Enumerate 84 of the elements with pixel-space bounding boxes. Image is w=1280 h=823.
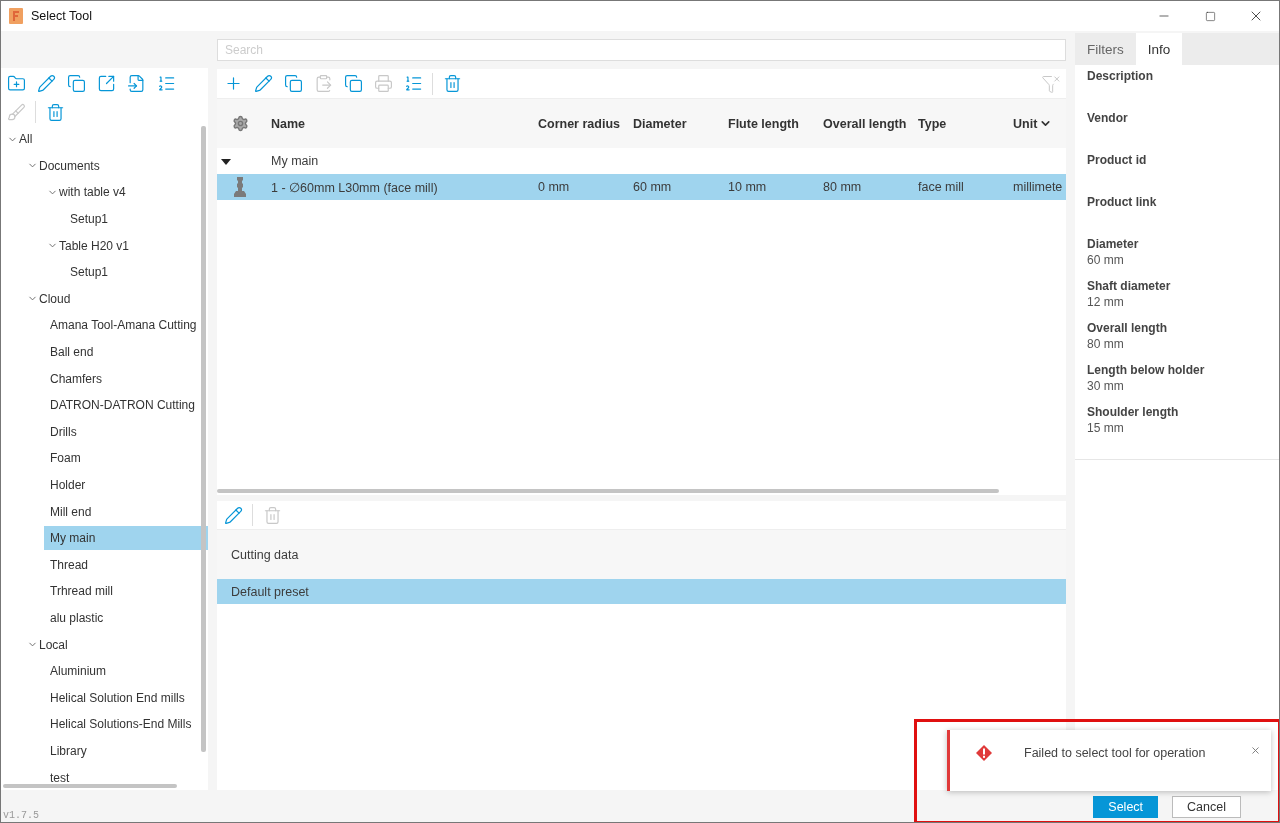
column-header[interactable]: Unit xyxy=(1013,116,1038,131)
tree-item[interactable]: Holder xyxy=(44,473,208,497)
close-icon[interactable] xyxy=(1250,745,1261,756)
tree-item[interactable]: Foam xyxy=(44,446,208,471)
maximize-icon[interactable] xyxy=(1204,10,1216,22)
column-header[interactable]: Flute length xyxy=(728,116,799,131)
section-heading: Cutting data xyxy=(231,547,299,562)
tree-item[interactable]: All xyxy=(13,127,208,152)
tree-item[interactable]: Amana Tool-Amana Cutting xyxy=(44,313,208,338)
tree-item[interactable]: Table H20 v1 xyxy=(53,233,208,258)
delete-icon[interactable] xyxy=(442,74,462,93)
tool-row[interactable]: 1 - ∅60mm L30mm (face mill) 0 mm 60 mm 10 mm 80 mm face mill millimete xyxy=(217,174,1066,200)
preset-row[interactable]: Default preset xyxy=(217,579,1066,604)
info-value: 60 mm xyxy=(1087,253,1125,267)
info-label: Product id xyxy=(1087,153,1148,167)
tree-item[interactable]: Ball end xyxy=(44,340,208,365)
tree-item[interactable]: Local xyxy=(33,632,208,657)
info-label: Length below holder xyxy=(1087,363,1206,377)
window-title: Select Tool xyxy=(31,9,93,23)
duplicate-icon[interactable] xyxy=(66,73,86,93)
info-value: 15 mm xyxy=(1087,421,1125,435)
info-label: Vendor xyxy=(1087,111,1129,125)
info-value: 12 mm xyxy=(1087,295,1125,309)
tree-item[interactable]: Chamfers xyxy=(44,366,208,391)
tree-item[interactable]: Helical Solution End mills xyxy=(44,685,208,710)
tree-item[interactable]: test xyxy=(44,765,208,790)
version-text: v1.7.5 xyxy=(3,809,40,821)
column-header[interactable]: Type xyxy=(918,116,947,131)
edit-icon[interactable] xyxy=(36,73,56,93)
tree-item[interactable]: Cloud xyxy=(33,286,208,311)
table-cell-text: 0 mm xyxy=(537,180,571,194)
tree-item[interactable]: Aluminium xyxy=(44,659,208,684)
copy-icon[interactable] xyxy=(283,74,303,93)
column-header[interactable]: Name xyxy=(271,116,306,131)
table-cell-text: 1 - ∅60mm L30mm (face mill) xyxy=(270,179,439,195)
tab[interactable]: Info xyxy=(1135,33,1183,65)
info-label: Overall length xyxy=(1087,321,1169,335)
export-icon[interactable] xyxy=(96,73,116,93)
column-header[interactable]: Diameter xyxy=(633,116,687,131)
scrollbar[interactable] xyxy=(217,489,999,493)
secondary-button[interactable]: Cancel xyxy=(1172,796,1241,818)
column-header[interactable]: Corner radius xyxy=(538,116,620,131)
tree-item[interactable]: DATRON-DATRON Cutting xyxy=(44,393,208,418)
tree-item[interactable]: Trhread mill xyxy=(44,579,208,604)
edit-icon[interactable] xyxy=(253,74,273,93)
tree-item[interactable]: Setup1 xyxy=(64,207,208,232)
info-label: Shoulder length xyxy=(1087,405,1180,419)
info-value: 80 mm xyxy=(1087,337,1125,351)
tree-item[interactable]: Setup1 xyxy=(64,260,208,285)
tree-item[interactable]: with table v4 xyxy=(53,180,208,205)
tree-item[interactable]: Thread xyxy=(44,552,208,577)
table-cell-text: 10 mm xyxy=(727,180,768,194)
tree-item[interactable]: Library xyxy=(44,738,208,763)
import-icon[interactable] xyxy=(126,73,146,93)
info-value: 30 mm xyxy=(1087,379,1125,393)
renumber-icon[interactable] xyxy=(403,74,423,93)
scrollbar[interactable] xyxy=(3,784,177,788)
tree-item[interactable]: Helical Solutions-End Mills xyxy=(44,712,208,737)
info-label: Description xyxy=(1087,69,1154,83)
tree-item[interactable]: Documents xyxy=(33,153,208,178)
group-label: My main xyxy=(270,154,320,168)
tree-item[interactable]: My main xyxy=(44,526,208,551)
info-label: Shaft diameter xyxy=(1087,279,1172,293)
info-label: Product link xyxy=(1087,195,1158,209)
edit-icon[interactable] xyxy=(223,505,243,525)
new-folder-icon[interactable] xyxy=(6,73,26,93)
toast-message: Failed to select tool for operation xyxy=(1024,746,1207,760)
info-label: Diameter xyxy=(1087,237,1140,251)
table-cell-text: 80 mm xyxy=(822,180,863,194)
tree-item[interactable]: Mill end xyxy=(44,499,208,524)
delete-icon[interactable] xyxy=(45,102,65,122)
tree-item[interactable]: Drills xyxy=(44,419,208,444)
expand-triangle-icon[interactable] xyxy=(221,159,231,165)
table-cell-text: millimete xyxy=(1012,180,1064,194)
app-logo-icon xyxy=(9,8,23,24)
mill-tool-icon xyxy=(232,177,248,197)
error-icon xyxy=(976,745,992,761)
tree-item[interactable]: alu plastic xyxy=(44,606,208,630)
column-header[interactable]: Overall length xyxy=(823,116,907,131)
table-cell-text: 60 mm xyxy=(632,180,673,194)
table-cell-text: face mill xyxy=(917,180,965,194)
settings-icon[interactable] xyxy=(231,115,249,132)
scrollbar[interactable] xyxy=(201,126,206,752)
duplicate-icon[interactable] xyxy=(343,74,363,93)
